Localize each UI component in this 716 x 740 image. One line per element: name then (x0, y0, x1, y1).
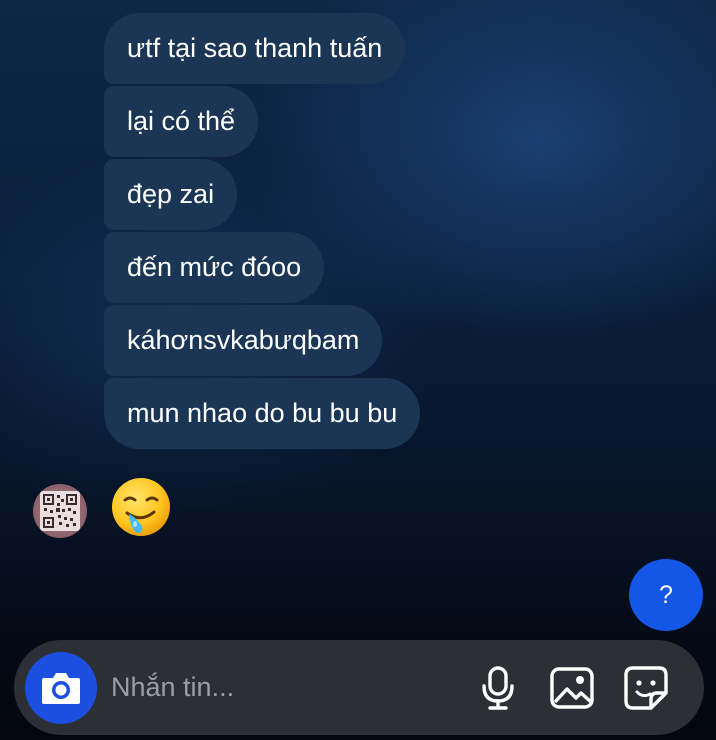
help-button[interactable]: ? (629, 559, 703, 631)
camera-button[interactable] (25, 652, 97, 724)
avatar[interactable] (33, 484, 87, 538)
gallery-icon[interactable] (549, 665, 595, 711)
chat-screen: ưtf tại sao thanh tuấn lại có thể đẹp za… (0, 0, 716, 740)
message-bubble[interactable]: mun nhao do bu bu bu (104, 378, 421, 449)
message-bubble[interactable]: káhơnsvkabưqbam (104, 305, 383, 376)
message-bubble[interactable]: đẹp zai (104, 159, 238, 230)
drooling-face-icon (112, 478, 170, 536)
message-bubble[interactable]: lại có thể (104, 86, 259, 157)
camera-icon (42, 673, 80, 704)
message-composer: Nhắn tin... (14, 640, 704, 735)
message-bubble[interactable]: đến mức đóoo (104, 232, 325, 303)
message-group: ưtf tại sao thanh tuấn lại có thể đẹp za… (104, 13, 524, 451)
microphone-icon[interactable] (475, 665, 521, 711)
message-bubble[interactable]: ưtf tại sao thanh tuấn (104, 13, 406, 84)
drooling-face-emoji[interactable] (110, 476, 172, 538)
message-input[interactable]: Nhắn tin... (111, 640, 441, 735)
sticker-icon[interactable] (623, 665, 669, 711)
qr-code-icon (40, 491, 80, 531)
